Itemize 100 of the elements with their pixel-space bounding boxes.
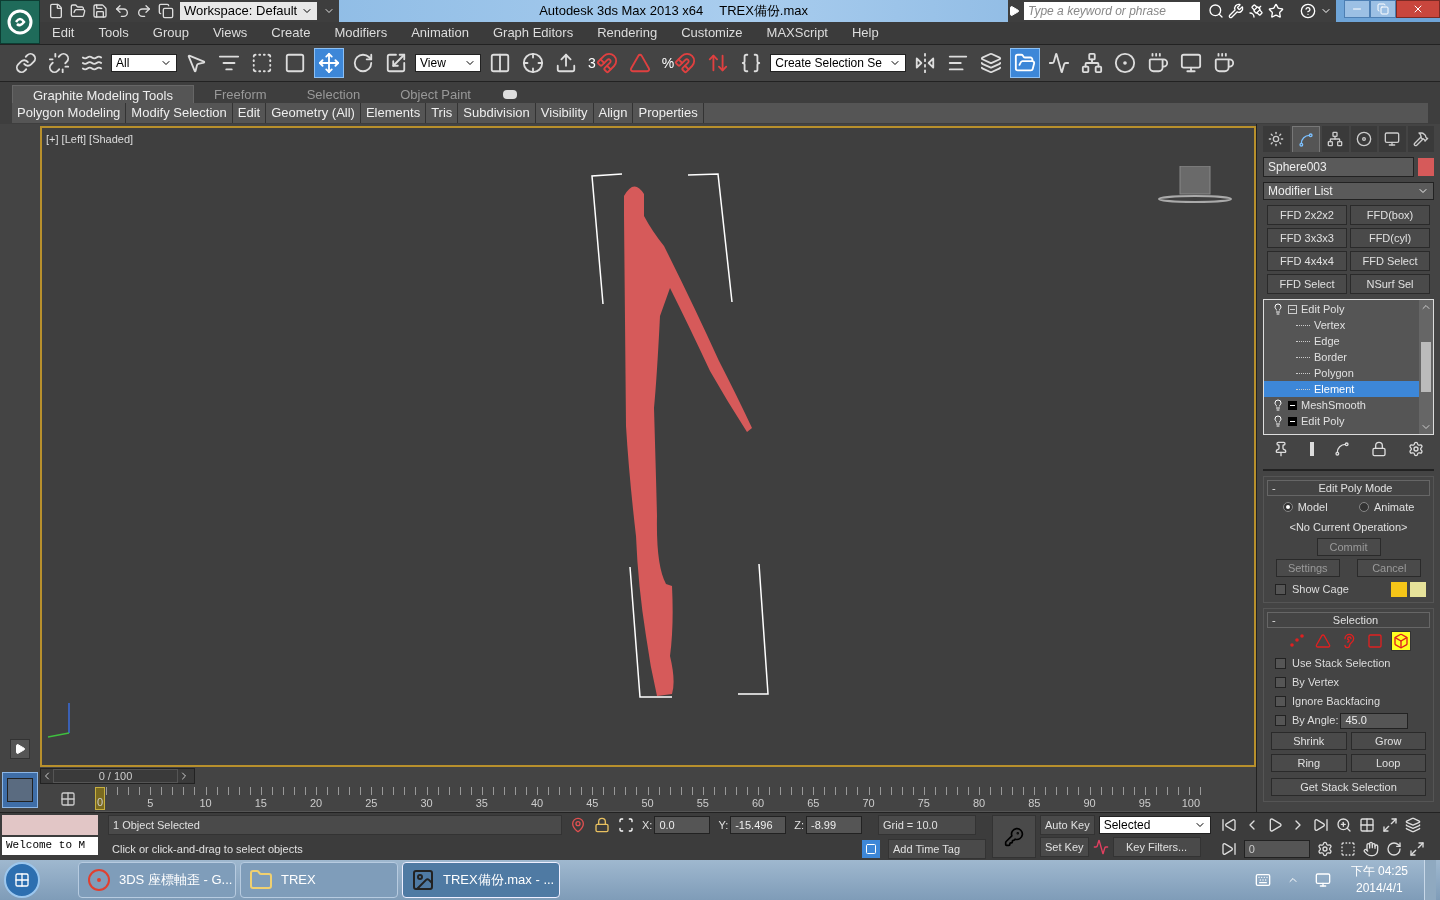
explorer-button[interactable] xyxy=(1010,48,1041,78)
radio-button[interactable] xyxy=(1358,502,1369,513)
app-logo-button[interactable] xyxy=(0,0,40,44)
toolbar-dropdown[interactable]: All xyxy=(111,54,177,72)
move-button[interactable] xyxy=(314,48,344,78)
modifier-button[interactable]: FFD(box) xyxy=(1350,205,1430,225)
angle-field[interactable]: 45.0 xyxy=(1340,712,1409,729)
selection-button[interactable]: Loop xyxy=(1350,754,1426,772)
ribbon-panel[interactable]: Edit xyxy=(232,103,267,123)
checkbox[interactable] xyxy=(1275,696,1286,707)
element-level-button[interactable] xyxy=(1390,631,1411,651)
menu-item[interactable]: Create xyxy=(259,23,323,43)
ribbon-panel[interactable]: Subdivision xyxy=(458,103,536,123)
key-filters-button[interactable]: Key Filters... xyxy=(1112,837,1201,857)
ribbon-panel[interactable]: Elements xyxy=(360,103,427,123)
ribbon-panel[interactable]: Modify Selection xyxy=(126,103,233,123)
modifier-button[interactable]: NSurf Sel xyxy=(1350,274,1430,294)
menu-item[interactable]: Edit xyxy=(40,23,87,43)
search-field[interactable]: Type a keyword or phrase xyxy=(1024,2,1200,20)
selection-button[interactable]: Grow xyxy=(1350,732,1426,750)
menu-item[interactable]: Customize xyxy=(669,23,755,43)
modify-tab[interactable] xyxy=(1291,126,1320,152)
ribbon-panel[interactable]: Geometry (All) xyxy=(266,103,361,123)
start-button[interactable] xyxy=(4,862,40,898)
menu-item[interactable]: Help xyxy=(840,23,891,43)
stack-sub-item[interactable]: Polygon xyxy=(1264,365,1419,381)
object-color-swatch[interactable] xyxy=(1418,158,1434,176)
collapse-toggle[interactable] xyxy=(1288,304,1297,314)
percent-snap-button[interactable]: % xyxy=(658,48,700,78)
viewport[interactable]: [+] [Left] [Shaded] xyxy=(40,126,1256,767)
object-name-field[interactable]: Sphere003 xyxy=(1263,157,1414,177)
maxscript-input[interactable] xyxy=(2,815,98,835)
modifier-stack[interactable]: Edit Poly Vertex Edge Border Polygon Element MeshSmooth Edit Poly xyxy=(1263,299,1434,435)
auto-key-button[interactable]: Auto Key xyxy=(1040,815,1095,835)
menu-item[interactable]: Views xyxy=(200,23,260,43)
add-time-tag-button[interactable]: Add Time Tag xyxy=(888,839,986,859)
scrollbar[interactable] xyxy=(1419,300,1433,434)
motion-tab[interactable] xyxy=(1350,126,1377,152)
stack-item[interactable]: Edit Poly xyxy=(1264,301,1419,317)
taskbar-item[interactable]: TREX備份.max - ... xyxy=(402,862,560,898)
rollout-header[interactable]: - Edit Poly Mode xyxy=(1267,480,1430,496)
rollout-header[interactable]: - Selection xyxy=(1267,612,1430,628)
ribbon-panel[interactable]: Visibility xyxy=(535,103,594,123)
selection-button[interactable]: Shrink xyxy=(1271,732,1347,750)
workspace-dropdown[interactable]: Workspace: Default xyxy=(180,2,318,20)
cage-color-swatch[interactable] xyxy=(1410,582,1426,597)
display-tab[interactable] xyxy=(1379,126,1406,152)
ribbon-panel[interactable]: Tris xyxy=(426,103,459,123)
maxscript-output[interactable]: Welcome to M xyxy=(2,837,98,855)
ribbon-tab[interactable]: Graphite Modeling Tools xyxy=(12,85,194,103)
time-slider[interactable]: 0 / 100 xyxy=(40,768,195,784)
modifier-button[interactable]: FFD Select xyxy=(1350,251,1430,271)
menu-item[interactable]: MAXScript xyxy=(754,23,840,43)
menu-item[interactable]: Animation xyxy=(399,23,481,43)
create-tab[interactable] xyxy=(1263,126,1290,152)
set-key-mode-button[interactable]: Set Key xyxy=(1040,837,1089,857)
checkbox[interactable] xyxy=(1275,677,1286,688)
key-mode-dropdown[interactable]: Selected xyxy=(1098,816,1211,834)
modifier-button[interactable]: FFD Select xyxy=(1267,274,1347,294)
snap-button[interactable]: 3 xyxy=(585,48,621,78)
ribbon-tab[interactable]: Selection xyxy=(286,85,381,103)
ribbon-panel[interactable]: Polygon Modeling xyxy=(12,103,127,123)
coordinate-field[interactable]: 0.0 xyxy=(654,816,711,834)
expand-toggle[interactable] xyxy=(1288,400,1297,410)
restore-button[interactable] xyxy=(1370,0,1396,18)
menu-item[interactable]: Rendering xyxy=(585,23,670,43)
modifier-button[interactable]: FFD 2x2x2 xyxy=(1267,205,1347,225)
coordinate-field[interactable]: -15.496 xyxy=(730,816,787,834)
toolbar-dropdown[interactable]: Create Selection Se xyxy=(770,54,907,72)
checkbox[interactable] xyxy=(1275,658,1286,669)
time-slider-thumb[interactable]: 0 / 100 xyxy=(53,769,178,783)
expand-toggle[interactable] xyxy=(1288,416,1297,426)
stack-sub-item[interactable]: Edge xyxy=(1264,333,1419,349)
selection-button[interactable]: Ring xyxy=(1271,754,1347,772)
stack-item[interactable]: Edit Poly xyxy=(1264,413,1419,429)
radio-button[interactable] xyxy=(1282,502,1293,513)
stack-sub-item[interactable]: Border xyxy=(1264,349,1419,365)
checkbox[interactable] xyxy=(1275,584,1286,595)
menu-item[interactable]: Modifiers xyxy=(322,23,400,43)
stack-sub-item[interactable]: Element xyxy=(1264,381,1419,397)
toolbar-dropdown[interactable]: View xyxy=(415,54,481,72)
mini-curve-toggle[interactable] xyxy=(2,771,38,808)
menu-item[interactable]: Graph Editors xyxy=(480,23,586,43)
isolate-button[interactable] xyxy=(862,840,880,858)
utilities-tab[interactable] xyxy=(1407,126,1434,152)
ribbon-tab[interactable]: Object Paint xyxy=(380,85,491,103)
ribbon-tab[interactable]: Freeform xyxy=(193,85,287,103)
stack-item[interactable]: MeshSmooth xyxy=(1264,397,1419,413)
coordinate-field[interactable]: -8.99 xyxy=(806,816,862,834)
hierarchy-tab[interactable] xyxy=(1322,126,1349,152)
ribbon-panel[interactable]: Properties xyxy=(633,103,704,123)
stack-sub-item[interactable]: Vertex xyxy=(1264,317,1419,333)
modifier-button[interactable]: FFD 4x4x4 xyxy=(1267,251,1347,271)
minimize-button[interactable] xyxy=(1344,0,1370,18)
checkbox[interactable] xyxy=(1275,715,1286,726)
current-frame-field[interactable]: 0 xyxy=(1243,840,1310,858)
expand-button[interactable] xyxy=(10,739,30,759)
ribbon-panel[interactable]: Align xyxy=(593,103,634,123)
get-stack-selection-button[interactable]: Get Stack Selection xyxy=(1271,778,1426,796)
modifier-button[interactable]: FFD 3x3x3 xyxy=(1267,228,1347,248)
